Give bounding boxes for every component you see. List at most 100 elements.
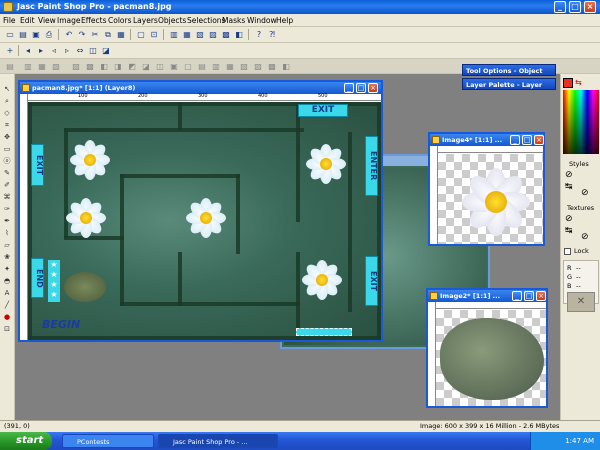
effect-12-icon[interactable]: ▣ (168, 61, 180, 72)
effect-15-icon[interactable]: ▥ (210, 61, 222, 72)
help-icon[interactable]: ? (253, 29, 265, 40)
grid-icon[interactable]: ▦ (181, 29, 193, 40)
move-icon[interactable]: + (4, 45, 16, 56)
paste-icon[interactable]: ▦ (115, 29, 127, 40)
replace-tool-icon[interactable]: ✑ (2, 204, 12, 214)
browser-icon[interactable]: ◧ (233, 29, 245, 40)
doc-close-button[interactable]: × (368, 83, 378, 93)
swap-style-icon[interactable]: ↹ (565, 182, 573, 192)
scan-icon[interactable]: ⊡ (148, 29, 160, 40)
new-icon[interactable]: ▭ (4, 29, 16, 40)
menu-layers[interactable]: Layers (133, 16, 158, 25)
menu-selections[interactable]: Selections (187, 16, 225, 25)
histogram-icon[interactable]: ▥ (168, 29, 180, 40)
arrange-right-icon[interactable]: ▸ (35, 45, 47, 56)
effect-5-icon[interactable]: ▨ (70, 61, 82, 72)
foreground-style-icon[interactable]: ⊘ (565, 170, 573, 180)
crop-tool-icon[interactable]: ⌗ (2, 120, 12, 130)
menu-objects[interactable]: Objects (158, 16, 186, 25)
arrange-left-icon[interactable]: ◂ (22, 45, 34, 56)
menu-masks[interactable]: Masks (222, 16, 245, 25)
redo-icon[interactable]: ↷ (76, 29, 88, 40)
ungroup-icon[interactable]: ◪ (100, 45, 112, 56)
pan-tool-icon[interactable]: ↖ (2, 84, 12, 94)
effect-2-icon[interactable]: ▥ (22, 61, 34, 72)
menu-edit[interactable]: Edit (20, 16, 35, 25)
effect-3-icon[interactable]: ▦ (36, 61, 48, 72)
effect-13-icon[interactable]: ▢ (182, 61, 194, 72)
effect-4-icon[interactable]: ▧ (50, 61, 62, 72)
doc-minimize-button[interactable]: _ (344, 83, 354, 93)
effect-1-icon[interactable]: ▤ (4, 61, 16, 72)
menu-file[interactable]: File (3, 16, 16, 25)
browse-icon[interactable]: ▢ (135, 29, 147, 40)
tool-options-palette[interactable]: Tool Options - Object (462, 64, 556, 76)
menu-image[interactable]: Image (57, 16, 81, 25)
effect-7-icon[interactable]: ◧ (98, 61, 110, 72)
selection-marquee[interactable] (296, 328, 352, 336)
effect-20-icon[interactable]: ◧ (280, 61, 292, 72)
doc-close-button[interactable]: × (534, 135, 544, 145)
effect-18-icon[interactable]: ▨ (252, 61, 264, 72)
deform-tool-icon[interactable]: ◇ (2, 108, 12, 118)
doc-close-button[interactable]: × (536, 291, 546, 301)
flood-fill-tool-icon[interactable]: ◓ (2, 276, 12, 286)
arrange-front-icon[interactable]: ▹ (61, 45, 73, 56)
doc-maximize-button[interactable]: □ (522, 135, 532, 145)
retouch-tool-icon[interactable]: ✒ (2, 216, 12, 226)
cut-icon[interactable]: ✂ (89, 29, 101, 40)
group-icon[interactable]: ◫ (87, 45, 99, 56)
effect-11-icon[interactable]: ◫ (154, 61, 166, 72)
image4-window[interactable]: Image4* [1:1] ... _ □ × (428, 132, 545, 246)
palette-icon[interactable]: ▧ (194, 29, 206, 40)
task-paint-shop-pro[interactable]: Jasc Paint Shop Pro - ... (158, 434, 278, 448)
layer-palette[interactable]: Layer Palette - Layer (462, 78, 556, 90)
image4-canvas[interactable] (438, 154, 543, 244)
menu-view[interactable]: View (38, 16, 56, 25)
airbrush-tool-icon[interactable]: ✦ (2, 264, 12, 274)
overview-icon[interactable]: ▩ (220, 29, 232, 40)
lasso-tool-icon[interactable]: ⓞ (2, 156, 12, 166)
print-icon[interactable]: ⎙ (43, 29, 55, 40)
picture-tube-tool-icon[interactable]: ❀ (2, 252, 12, 262)
draw-tool-icon[interactable]: ╱ (2, 300, 12, 310)
background-texture-icon[interactable]: ⊘ (581, 232, 589, 242)
effect-19-icon[interactable]: ▩ (266, 61, 278, 72)
dropper-tool-icon[interactable]: ✎ (2, 168, 12, 178)
swap-texture-icon[interactable]: ↹ (565, 226, 573, 236)
paintbrush-tool-icon[interactable]: ✐ (2, 180, 12, 190)
doc-maximize-button[interactable]: □ (524, 291, 534, 301)
close-button[interactable]: × (584, 1, 596, 13)
menu-colors[interactable]: Colors (108, 16, 132, 25)
layers-icon[interactable]: ▨ (207, 29, 219, 40)
background-style-icon[interactable]: ⊘ (581, 188, 589, 198)
effect-8-icon[interactable]: ◨ (112, 61, 124, 72)
swap-colors-icon[interactable]: ⇆ (575, 78, 585, 88)
main-canvas[interactable]: EXIT EXIT ENTER EXIT END ★ ★ ★ ★ BEGIN (28, 102, 381, 340)
lock-checkbox[interactable] (564, 248, 571, 255)
clone-tool-icon[interactable]: ⌘ (2, 192, 12, 202)
selection-tool-icon[interactable]: ▭ (2, 144, 12, 154)
scratch-tool-icon[interactable]: ⌇ (2, 228, 12, 238)
color-spectrum[interactable] (563, 90, 599, 154)
main-document-window[interactable]: pacman8.jpg* [1:1] (Layer8) _ □ × 100 20… (18, 80, 383, 342)
move-tool-icon[interactable]: ✥ (2, 132, 12, 142)
menu-window[interactable]: Window (247, 16, 277, 25)
save-icon[interactable]: ▣ (30, 29, 42, 40)
effect-14-icon[interactable]: ▤ (196, 61, 208, 72)
start-button[interactable]: start (0, 432, 52, 450)
preset-shape-tool-icon[interactable]: ● (2, 312, 12, 322)
doc-minimize-button[interactable]: _ (510, 135, 520, 145)
doc-minimize-button[interactable]: _ (512, 291, 522, 301)
align-icon[interactable]: ⇔ (74, 45, 86, 56)
copy-icon[interactable]: ⧉ (102, 29, 114, 40)
minimize-button[interactable]: _ (554, 1, 566, 13)
effect-16-icon[interactable]: ▦ (224, 61, 236, 72)
menu-help[interactable]: Help (276, 16, 293, 25)
task-pcontests[interactable]: PContests (62, 434, 154, 448)
whatsthis-icon[interactable]: ⁈ (266, 29, 278, 40)
image2-canvas[interactable] (436, 310, 546, 406)
foreground-color-swatch[interactable] (563, 78, 573, 88)
effect-17-icon[interactable]: ▧ (238, 61, 250, 72)
undo-icon[interactable]: ↶ (63, 29, 75, 40)
